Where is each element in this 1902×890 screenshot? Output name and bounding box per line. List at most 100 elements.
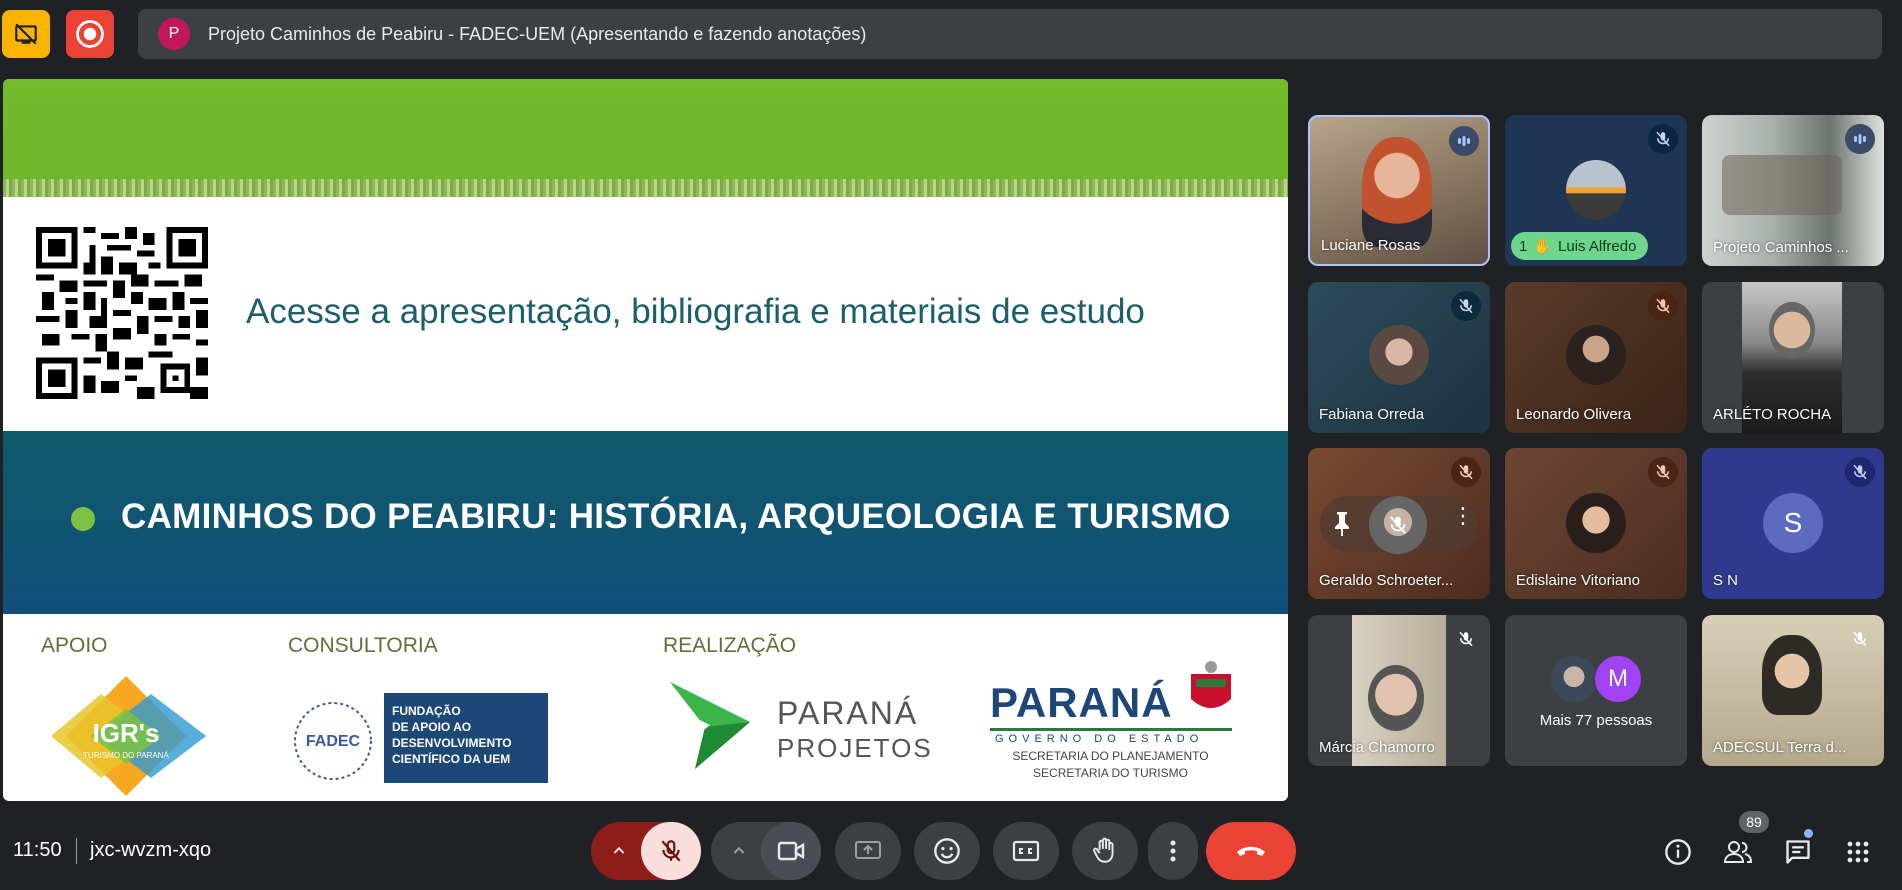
fadec-logo: FADEC FUNDAÇÃO DE APOIO AO DESENVOLVIMEN… bbox=[291, 693, 548, 788]
chat-button[interactable] bbox=[1780, 834, 1816, 870]
pin-icon[interactable] bbox=[1330, 510, 1354, 543]
avatar bbox=[1549, 654, 1599, 704]
participant-tile[interactable]: Projeto Caminhos ... bbox=[1702, 115, 1884, 266]
emoji-icon bbox=[934, 838, 960, 864]
chevron-up-icon bbox=[733, 846, 744, 854]
participant-name: ADECSUL Terra d... bbox=[1713, 739, 1847, 756]
mic-off-icon bbox=[1451, 457, 1481, 487]
meeting-details-button[interactable] bbox=[1660, 834, 1696, 870]
presenter-avatar: P bbox=[158, 18, 190, 50]
parana-projetos-logo: PARANÁ PROJETOS bbox=[665, 677, 935, 777]
slide-access-text: Acesse a apresentação, bibliografia e ma… bbox=[246, 292, 1145, 331]
igr-logo-text: IGR's bbox=[93, 718, 160, 748]
present-screen-button[interactable] bbox=[835, 822, 901, 880]
label-consultoria: CONSULTORIA bbox=[288, 634, 438, 657]
raised-hand-badge: 1 ✋ Luis Alfredo bbox=[1511, 232, 1649, 260]
igr-logo: IGR's TURISMO DO PARANÁ bbox=[51, 676, 206, 796]
more-vert-icon bbox=[1170, 840, 1176, 862]
raise-hand-button[interactable] bbox=[1072, 822, 1138, 880]
captions-button[interactable] bbox=[993, 822, 1059, 880]
pp-line2: PROJETOS bbox=[777, 733, 933, 763]
speaking-icon bbox=[1449, 126, 1479, 156]
participant-tile[interactable]: 1 ✋ Luis Alfredo bbox=[1505, 115, 1687, 266]
fadec-line: CIENTÍFICO DA UEM bbox=[392, 752, 511, 766]
apps-grid-icon bbox=[1847, 841, 1869, 863]
label-apoio: APOIO bbox=[41, 634, 108, 657]
qr-code bbox=[36, 227, 208, 399]
mute-participant-icon[interactable] bbox=[1387, 514, 1409, 541]
participant-tile[interactable]: ADECSUL Terra d... bbox=[1702, 615, 1884, 766]
avatar bbox=[1566, 325, 1626, 385]
captions-icon bbox=[1012, 840, 1040, 862]
more-options-button[interactable] bbox=[1148, 822, 1198, 880]
participant-tile[interactable]: S S N bbox=[1702, 448, 1884, 599]
activities-button[interactable] bbox=[1840, 834, 1876, 870]
avatar bbox=[1566, 493, 1626, 553]
mic-off-icon bbox=[1845, 624, 1875, 654]
participant-name: S N bbox=[1713, 572, 1739, 589]
info-icon bbox=[1665, 839, 1691, 865]
participant-tile[interactable]: Fabiana Orreda bbox=[1308, 282, 1490, 433]
meeting-clock: 11:50 bbox=[13, 839, 62, 861]
mic-off-icon bbox=[1451, 624, 1481, 654]
present-screen-icon bbox=[855, 841, 881, 859]
igr-logo-sub: TURISMO DO PARANÁ bbox=[83, 751, 169, 760]
mic-control-group bbox=[591, 822, 701, 880]
leave-call-button[interactable] bbox=[1206, 822, 1296, 880]
reactions-button[interactable] bbox=[914, 822, 980, 880]
stop-presenting-button[interactable] bbox=[2, 10, 50, 58]
participant-tile[interactable]: M Mais 77 pessoas bbox=[1505, 615, 1687, 766]
fadec-word: FADEC bbox=[306, 733, 361, 750]
participant-tile[interactable]: ARLÉTO ROCHA bbox=[1702, 282, 1884, 433]
parana-sec2: SECRETARIA DO TURISMO bbox=[1033, 766, 1188, 780]
raised-hand-icon: ✋ bbox=[1533, 238, 1553, 255]
stop-presenting-icon bbox=[15, 23, 37, 45]
participant-name: Luis Alfredo bbox=[1558, 237, 1637, 255]
parana-sec1: SECRETARIA DO PLANEJAMENTO bbox=[1012, 749, 1209, 763]
presentation-title: Projeto Caminhos de Peabiru - FADEC-UEM … bbox=[208, 23, 867, 44]
hand-icon bbox=[1093, 837, 1114, 863]
parana-governo-logo: PARANÁ GOVERNO DO ESTADO SECRETARIA DO P… bbox=[983, 659, 1238, 780]
participant-name: Geraldo Schroeter... bbox=[1319, 572, 1454, 589]
recording-icon bbox=[76, 20, 104, 48]
audio-options-button[interactable] bbox=[591, 822, 646, 880]
label-realizacao: REALIZAÇÃO bbox=[663, 634, 797, 657]
participant-tile[interactable]: Edislaine Vitoriano bbox=[1505, 448, 1687, 599]
participant-name: Fabiana Orreda bbox=[1319, 406, 1425, 423]
parana-gov: GOVERNO DO ESTADO bbox=[995, 733, 1204, 745]
fadec-line: FUNDAÇÃO bbox=[392, 704, 461, 718]
mic-off-icon bbox=[661, 840, 681, 862]
mic-off-icon bbox=[1451, 291, 1481, 321]
slide-course-title: CAMINHOS DO PEABIRU: HISTÓRIA, ARQUEOLOG… bbox=[121, 497, 1231, 536]
parana-word: PARANÁ bbox=[990, 679, 1173, 726]
pp-line1: PARANÁ bbox=[777, 695, 919, 731]
participant-name: Edislaine Vitoriano bbox=[1516, 572, 1640, 589]
mic-off-icon bbox=[1648, 124, 1678, 154]
participant-tile[interactable]: Leonardo Olivera bbox=[1505, 282, 1687, 433]
camera-control-group bbox=[711, 822, 821, 880]
participant-name: Leonardo Olivera bbox=[1516, 406, 1632, 423]
fadec-line: DE APOIO AO bbox=[392, 720, 472, 734]
mic-off-icon bbox=[1648, 291, 1678, 321]
divider bbox=[76, 838, 77, 864]
chat-icon bbox=[1786, 840, 1810, 864]
people-count-badge: 89 bbox=[1739, 811, 1769, 833]
shared-presentation-slide: Acesse a apresentação, bibliografia e ma… bbox=[3, 79, 1288, 801]
presentation-title-bar[interactable]: P Projeto Caminhos de Peabiru - FADEC-UE… bbox=[138, 9, 1882, 59]
slide-header-texture bbox=[3, 179, 1288, 197]
video-options-button[interactable] bbox=[711, 822, 766, 880]
participant-tile[interactable]: Luciane Rosas bbox=[1308, 115, 1490, 266]
people-button[interactable] bbox=[1720, 834, 1756, 870]
mic-toggle-button[interactable] bbox=[641, 822, 701, 880]
participant-tile[interactable]: ⋮ Geraldo Schroeter... bbox=[1308, 448, 1490, 599]
camera-toggle-button[interactable] bbox=[761, 822, 821, 880]
participant-tile[interactable]: Márcia Chamorro bbox=[1308, 615, 1490, 766]
avatar: S bbox=[1763, 493, 1823, 553]
recording-button[interactable] bbox=[66, 10, 114, 58]
participant-name: Luciane Rosas bbox=[1321, 237, 1421, 254]
mic-off-icon bbox=[1648, 457, 1678, 487]
speaking-icon bbox=[1845, 124, 1875, 154]
avatar bbox=[1369, 325, 1429, 385]
end-call-icon bbox=[1237, 846, 1265, 856]
more-options-icon[interactable]: ⋮ bbox=[1452, 505, 1474, 527]
